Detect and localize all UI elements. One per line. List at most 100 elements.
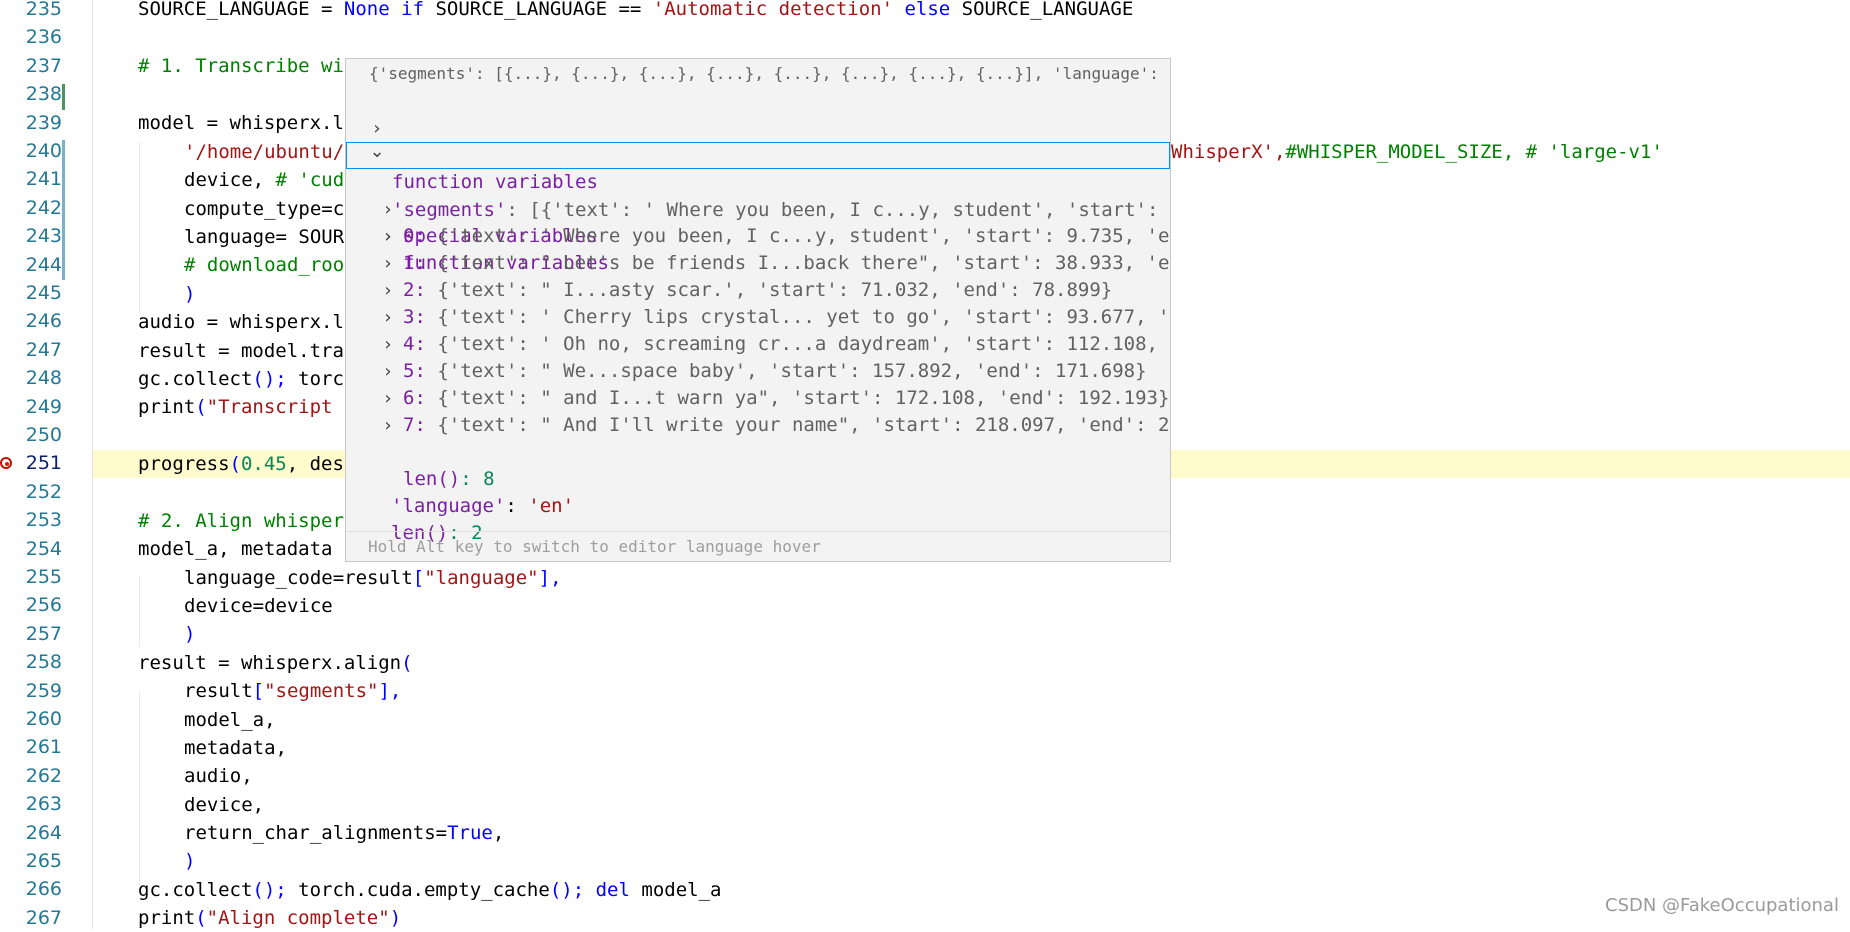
chevron-right-icon[interactable]: › [379,331,397,358]
tree-special-variables[interactable]: › special variables [346,88,1170,166]
segment-index: 2: [403,279,426,301]
tree-function-variables[interactable]: › function variables [346,115,1170,193]
segment-value: {'text': ' Cherry lips crystal... yet to… [425,306,1171,328]
line-number[interactable]: 238 [0,80,62,108]
segment-value: {'text': " I...asty scar.', 'start': 71.… [425,279,1113,301]
segment-index: 4: [403,333,426,355]
tree-language[interactable]: 'language': 'en' [346,466,1170,517]
tree-segments-len: len(): 8 [403,468,495,490]
hover-header: {'segments': [{...}, {...}, {...}, {...}… [369,64,1171,83]
line-number[interactable]: 253 [0,506,62,534]
line-number[interactable]: 243 [0,222,62,250]
segment-index: 5: [403,360,426,382]
segment-value: {'text': " and I...t warn ya", 'start': … [425,387,1170,409]
segment-value: {'text': " And I'll write your name", 's… [425,414,1171,436]
line-number[interactable]: 260 [0,705,62,733]
chevron-right-icon[interactable]: › [379,223,397,250]
line-number[interactable]: 248 [0,364,62,392]
tree-segment-item[interactable]: › 6: {'text': " and I...t warn ya", 'star… [346,385,1170,412]
code-line-259: result["segments"], [184,680,402,702]
line-number[interactable]: 258 [0,648,62,676]
line-number[interactable]: 256 [0,591,62,619]
code-line-266: gc.collect(); torch.cuda.empty_cache(); … [138,879,722,901]
code-line-258: result = whisperx.align( [138,652,413,674]
line-number[interactable]: 261 [0,733,62,761]
line-number[interactable]: 262 [0,762,62,790]
hover-footer-hint: Hold Alt key to switch to editor languag… [346,531,1170,561]
line-number[interactable]: 263 [0,790,62,818]
code-line-239: model = whisperx.l [138,112,344,134]
code-line-249: print("Transcript [138,396,333,418]
tree-segment-item[interactable]: › 4: {'text': ' Oh no, screaming cr...a d… [346,331,1170,358]
code-line-235: SOURCE_LANGUAGE = None if SOURCE_LANGUAG… [138,0,1134,20]
debug-hover-widget[interactable]: {'segments': [{...}, {...}, {...}, {...}… [345,58,1171,562]
tree-segment-item[interactable]: › 5: {'text': " We...space baby', 'start'… [346,358,1170,385]
line-number[interactable]: 247 [0,336,62,364]
tree-segments-special-variables[interactable]: › special variables [346,169,1170,247]
tree-segment-item[interactable]: › 7: {'text': " And I'll write your name"… [346,412,1170,439]
line-number[interactable]: 254 [0,535,62,563]
segment-index: 3: [403,306,426,328]
line-number[interactable]: 257 [0,620,62,648]
git-added-marker[interactable] [62,84,65,110]
code-line-255: language_code=result["language"], [184,567,562,589]
line-number[interactable]: 245 [0,279,62,307]
indent-guide [139,691,140,886]
segment-value: {'text': " Let's be friends I...back the… [425,252,1171,274]
line-number[interactable]: 244 [0,251,62,279]
segment-index: 7: [403,414,426,436]
line-number[interactable]: 252 [0,478,62,506]
tree-segment-item[interactable]: › 3: {'text': ' Cherry lips crystal... ye… [346,304,1170,331]
line-number[interactable]: 267 [0,904,62,932]
line-number[interactable]: 259 [0,677,62,705]
code-line-246: audio = whisperx.l [138,311,344,333]
line-number[interactable]: 250 [0,421,62,449]
git-modified-marker[interactable] [62,140,65,280]
code-line-242: compute_type=c [184,198,345,220]
line-number[interactable]: 265 [0,847,62,875]
segment-index: 6: [403,387,426,409]
tree-segments-function-variables[interactable]: › function variables [346,196,1170,274]
code-line-247: result = model.tra [138,340,344,362]
line-number[interactable]: 251 [0,449,62,477]
code-line-264: return_char_alignments=True, [184,822,505,844]
chevron-right-icon[interactable]: › [379,277,397,304]
tree-segment-item[interactable]: › 0: {'text': ' Where you been, I c...y, … [346,223,1170,250]
chevron-right-icon[interactable]: › [379,304,397,331]
line-number[interactable]: 249 [0,393,62,421]
chevron-right-icon[interactable]: › [379,250,397,277]
watermark: CSDN @FakeOccupational [1605,895,1839,916]
chevron-right-icon[interactable]: › [379,358,397,385]
line-number[interactable]: 236 [0,23,62,51]
line-number[interactable]: 264 [0,819,62,847]
chevron-right-icon[interactable]: › [379,412,397,439]
chevron-right-icon[interactable]: › [379,385,397,412]
segment-index: 1: [403,252,426,274]
code-line-262: audio, [184,765,253,787]
line-number[interactable]: 266 [0,875,62,903]
code-line-253: # 2. Align whisper [138,510,344,532]
indent-guide [139,142,140,313]
tree-segment-item[interactable]: › 2: {'text': " I...asty scar.', 'start':… [346,277,1170,304]
line-number[interactable]: 240 [0,137,62,165]
code-line-241: device, # 'cud [184,169,345,191]
segment-value: {'text': " We...space baby', 'start': 15… [425,360,1147,382]
line-number[interactable]: 239 [0,109,62,137]
code-line-251: progress(0.45, des [138,453,344,475]
line-number[interactable]: 242 [0,194,62,222]
code-line-244: # download_roo [184,254,345,276]
tree-segments[interactable]: ⌄ 'segments': [{'text': ' Where you been… [346,141,1170,221]
chevron-down-icon[interactable]: ⌄ [368,138,386,165]
code-line-254: model_a, metadata [138,538,333,560]
code-line-263: device, [184,794,265,816]
line-number[interactable]: 237 [0,52,62,80]
code-line-240: '/home/ubuntu/ [184,141,345,163]
line-number[interactable]: 246 [0,307,62,335]
line-number[interactable]: 255 [0,563,62,591]
line-number[interactable]: 241 [0,165,62,193]
tree-segment-item[interactable]: › 1: {'text': " Let's be friends I...back… [346,250,1170,277]
code-line-265: ) [184,850,196,872]
code-line-248: gc.collect(); torc [138,368,344,390]
code-line-256: device=device [184,595,333,617]
line-number[interactable]: 235 [0,0,62,23]
